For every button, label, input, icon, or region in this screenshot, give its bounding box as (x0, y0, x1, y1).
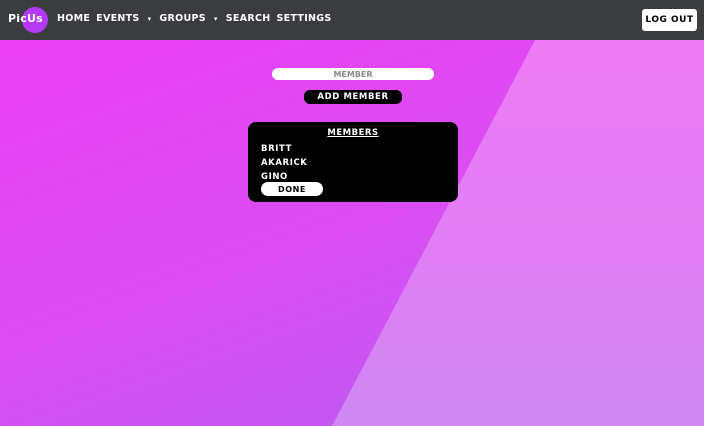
nav-item-groups[interactable]: GROUPS (159, 13, 206, 24)
logout-button[interactable]: LOG OUT (642, 9, 697, 31)
groups-dropdown-icon[interactable]: ▾ (214, 15, 218, 23)
nav-item-settings[interactable]: SETTINGS (276, 13, 331, 24)
done-button[interactable]: DONE (261, 182, 323, 196)
nav-menu: HOME EVENTS ▾ GROUPS ▾ SEARCH SETTINGS (57, 13, 338, 24)
events-dropdown-icon[interactable]: ▾ (148, 15, 152, 23)
member-input[interactable] (272, 68, 434, 80)
member-item: BRITT (261, 144, 292, 154)
member-item: AKARICK (261, 158, 308, 168)
nav-item-home[interactable]: HOME (57, 13, 90, 24)
app-logo[interactable]: PicUs (8, 7, 48, 33)
nav-item-events[interactable]: EVENTS (96, 13, 139, 24)
member-list: BRITT AKARICK GINO (261, 142, 307, 184)
top-navbar: PicUs HOME EVENTS ▾ GROUPS ▾ SEARCH SETT… (0, 0, 704, 40)
nav-item-search[interactable]: SEARCH (226, 13, 271, 24)
background-highlight (332, 40, 704, 426)
members-panel: MEMBERS BRITT AKARICK GINO DONE (248, 122, 458, 202)
logo-text: PicUs (8, 12, 43, 25)
members-title: MEMBERS (327, 128, 379, 138)
add-member-button[interactable]: ADD MEMBER (304, 90, 402, 104)
